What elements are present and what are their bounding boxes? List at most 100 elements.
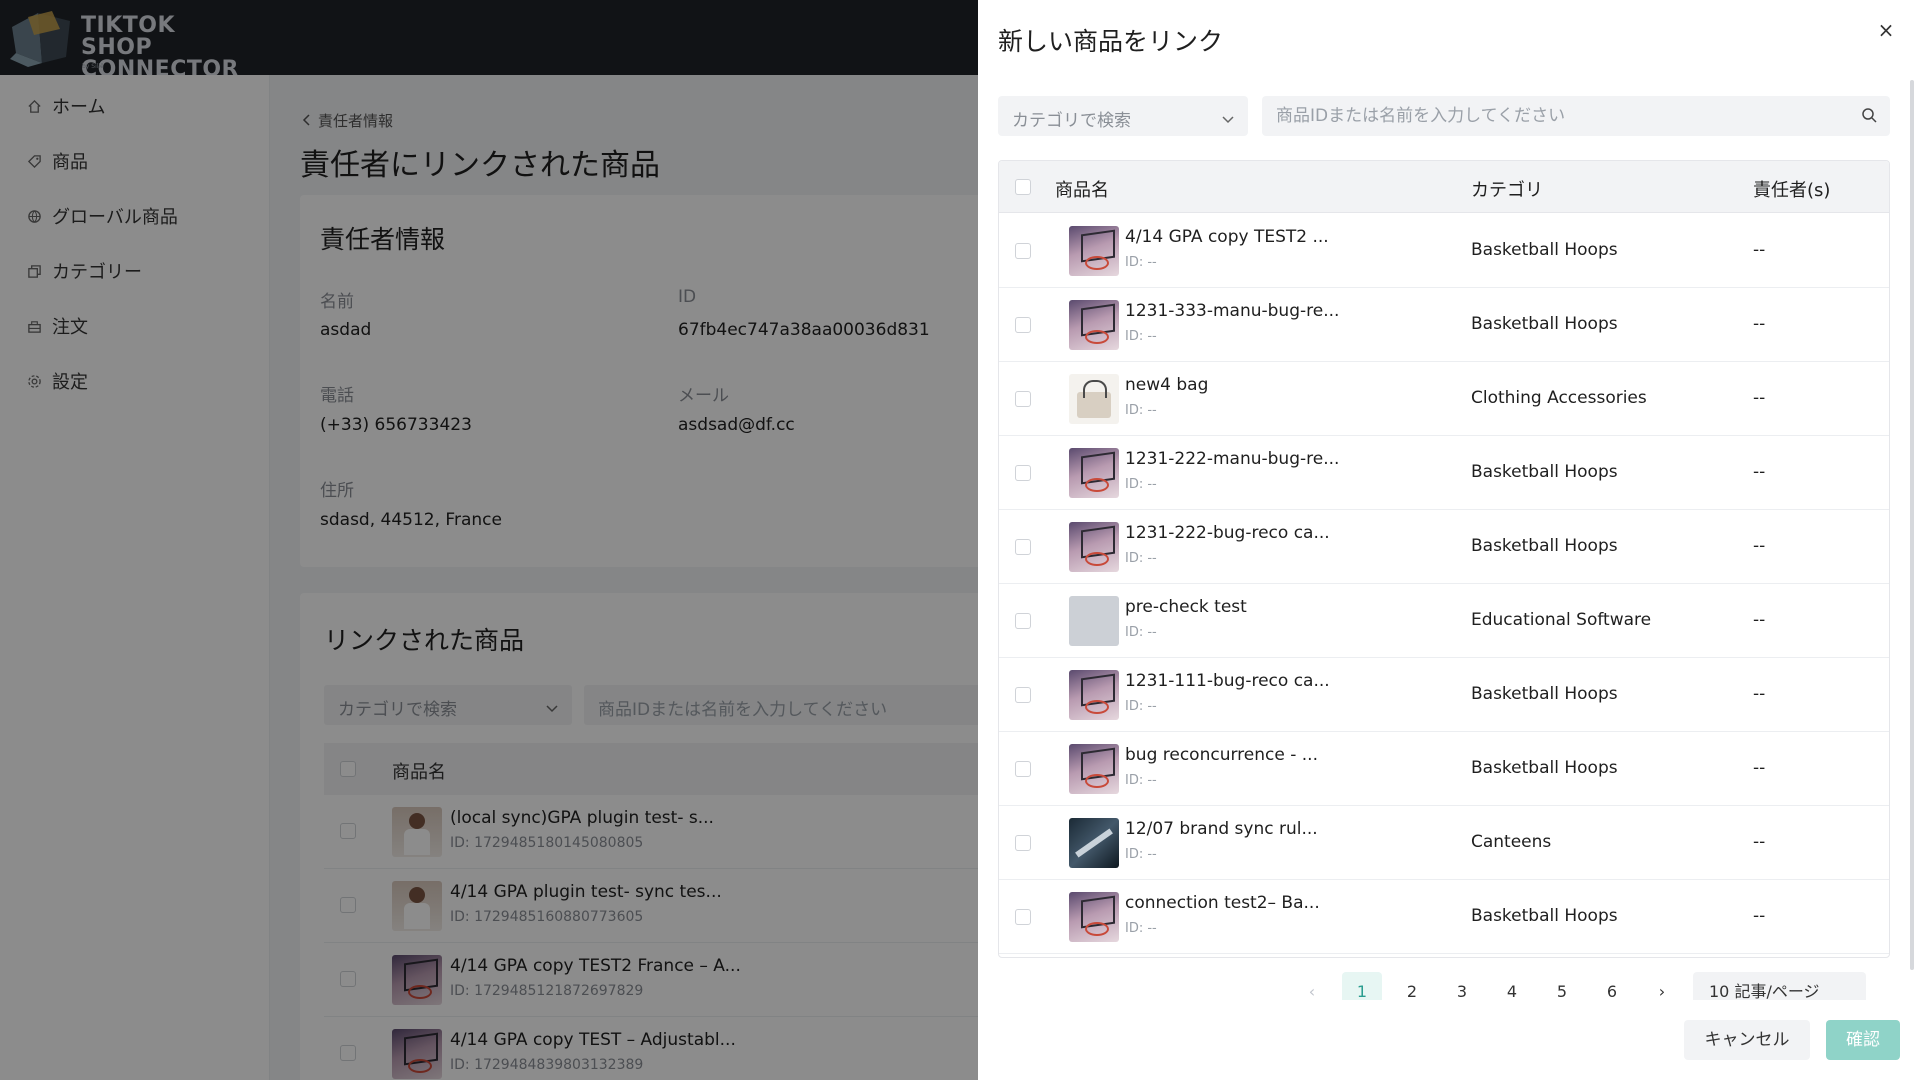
product-thumbnail: [1069, 670, 1119, 720]
page-size-select[interactable]: 10 記事/ページ: [1693, 972, 1866, 1000]
product-category: Educational Software: [1471, 610, 1652, 630]
product-name: connection test2– Ba...: [1125, 893, 1320, 913]
pagination: ‹ 1 2 3 4 5 6 › 10 記事/ページ: [998, 972, 1890, 1000]
product-category: Basketball Hoops: [1471, 240, 1618, 260]
pagination-page-2[interactable]: 2: [1392, 972, 1432, 1000]
chevron-down-icon: [1840, 986, 1852, 1000]
row-checkbox[interactable]: [1015, 391, 1031, 407]
product-table: 商品名 カテゴリ 責任者(s) 4/14 GPA copy TEST2 ... …: [998, 160, 1890, 958]
product-name: pre-check test: [1125, 597, 1247, 617]
modal-backdrop[interactable]: [0, 0, 978, 1080]
product-search-field: [1262, 96, 1890, 136]
product-search-input[interactable]: [1262, 96, 1842, 136]
product-name: 4/14 GPA copy TEST2 ...: [1125, 227, 1329, 247]
product-id: ID: --: [1125, 403, 1157, 418]
product-id: ID: --: [1125, 625, 1157, 640]
category-filter-select[interactable]: カテゴリで検索: [998, 96, 1248, 136]
chevron-down-icon: [1222, 109, 1234, 129]
select-placeholder: カテゴリで検索: [1012, 111, 1131, 131]
row-checkbox[interactable]: [1015, 761, 1031, 777]
product-thumbnail: [1069, 300, 1119, 350]
product-thumbnail: [1069, 374, 1119, 424]
table-row[interactable]: 12/07 brand sync rul... ID: -- Canteens …: [999, 806, 1889, 880]
product-responsible: --: [1753, 610, 1766, 630]
product-id: ID: --: [1125, 847, 1157, 862]
column-header-responsible: 責任者(s): [1753, 180, 1831, 201]
product-name: 12/07 brand sync rul...: [1125, 819, 1318, 839]
product-id: ID: --: [1125, 921, 1157, 936]
product-responsible: --: [1753, 314, 1766, 334]
product-responsible: --: [1753, 536, 1766, 556]
product-name: 1231-111-bug-reco ca...: [1125, 671, 1330, 691]
table-row[interactable]: pre-check test ID: -- Educational Softwa…: [999, 584, 1889, 658]
product-name: bug reconcurrence - ...: [1125, 745, 1318, 765]
product-category: Basketball Hoops: [1471, 536, 1618, 556]
product-category: Clothing Accessories: [1471, 388, 1647, 408]
product-category: Basketball Hoops: [1471, 462, 1618, 482]
product-category: Basketball Hoops: [1471, 758, 1618, 778]
table-row[interactable]: bug reconcurrence - ... ID: -- Basketbal…: [999, 732, 1889, 806]
column-header-name: 商品名: [1055, 180, 1109, 201]
drawer-scrollbar[interactable]: [1910, 80, 1914, 970]
cancel-button[interactable]: キャンセル: [1684, 1020, 1810, 1060]
table-row[interactable]: new4 bag ID: -- Clothing Accessories --: [999, 362, 1889, 436]
row-checkbox[interactable]: [1015, 465, 1031, 481]
product-thumbnail: [1069, 892, 1119, 942]
row-checkbox[interactable]: [1015, 539, 1031, 555]
table-row[interactable]: 1231-222-bug-reco ca... ID: -- Basketbal…: [999, 510, 1889, 584]
product-thumbnail: [1069, 522, 1119, 572]
row-checkbox[interactable]: [1015, 909, 1031, 925]
product-name: 1231-222-manu-bug-re...: [1125, 449, 1340, 469]
row-checkbox[interactable]: [1015, 687, 1031, 703]
product-thumbnail: [1069, 448, 1119, 498]
drawer-title: 新しい商品をリンク: [998, 27, 1224, 56]
product-thumbnail: [1069, 744, 1119, 794]
product-responsible: --: [1753, 388, 1766, 408]
table-row[interactable]: 1231-222-manu-bug-re... ID: -- Basketbal…: [999, 436, 1889, 510]
pagination-next-button[interactable]: ›: [1642, 972, 1682, 1000]
table-row[interactable]: connection test2– Ba... ID: -- Basketbal…: [999, 880, 1889, 954]
product-id: ID: --: [1125, 551, 1157, 566]
select-all-checkbox[interactable]: [1015, 179, 1031, 195]
pagination-prev-button[interactable]: ‹: [1292, 972, 1332, 1000]
product-responsible: --: [1753, 462, 1766, 482]
row-checkbox[interactable]: [1015, 835, 1031, 851]
pagination-page-6[interactable]: 6: [1592, 972, 1632, 1000]
product-responsible: --: [1753, 758, 1766, 778]
pagination-page-5[interactable]: 5: [1542, 972, 1582, 1000]
product-thumbnail: [1069, 226, 1119, 276]
product-responsible: --: [1753, 906, 1766, 926]
product-responsible: --: [1753, 684, 1766, 704]
product-name: 1231-222-bug-reco ca...: [1125, 523, 1330, 543]
page-size-value: 10 記事/ページ: [1709, 982, 1820, 1000]
product-category: Basketball Hoops: [1471, 684, 1618, 704]
product-thumbnail: [1069, 596, 1119, 646]
table-row[interactable]: 4/14 GPA copy TEST2 ... ID: -- Basketbal…: [999, 214, 1889, 288]
pagination-page-1[interactable]: 1: [1342, 972, 1382, 1000]
table-row[interactable]: 1231-333-manu-bug-re... ID: -- Basketbal…: [999, 288, 1889, 362]
product-category: Canteens: [1471, 832, 1552, 852]
product-category: Basketball Hoops: [1471, 906, 1618, 926]
close-icon[interactable]: ×: [1876, 20, 1896, 40]
product-id: ID: --: [1125, 773, 1157, 788]
table-row[interactable]: 1231-111-bug-reco ca... ID: -- Basketbal…: [999, 658, 1889, 732]
link-product-drawer: 新しい商品をリンク × カテゴリで検索 商品名 カテゴリ 責任者(s) 4/14…: [978, 0, 1920, 1080]
confirm-button[interactable]: 確認: [1826, 1020, 1900, 1060]
row-checkbox[interactable]: [1015, 317, 1031, 333]
product-id: ID: --: [1125, 255, 1157, 270]
product-name: new4 bag: [1125, 375, 1209, 395]
search-icon[interactable]: [1861, 107, 1878, 128]
table-header: 商品名 カテゴリ 責任者(s): [999, 161, 1889, 213]
pagination-page-4[interactable]: 4: [1492, 972, 1532, 1000]
row-checkbox[interactable]: [1015, 243, 1031, 259]
pagination-page-3[interactable]: 3: [1442, 972, 1482, 1000]
product-id: ID: --: [1125, 699, 1157, 714]
column-header-category: カテゴリ: [1471, 180, 1543, 201]
product-id: ID: --: [1125, 329, 1157, 344]
row-checkbox[interactable]: [1015, 613, 1031, 629]
product-category: Basketball Hoops: [1471, 314, 1618, 334]
product-name: 1231-333-manu-bug-re...: [1125, 301, 1340, 321]
product-thumbnail: [1069, 818, 1119, 868]
product-id: ID: --: [1125, 477, 1157, 492]
product-responsible: --: [1753, 240, 1766, 260]
